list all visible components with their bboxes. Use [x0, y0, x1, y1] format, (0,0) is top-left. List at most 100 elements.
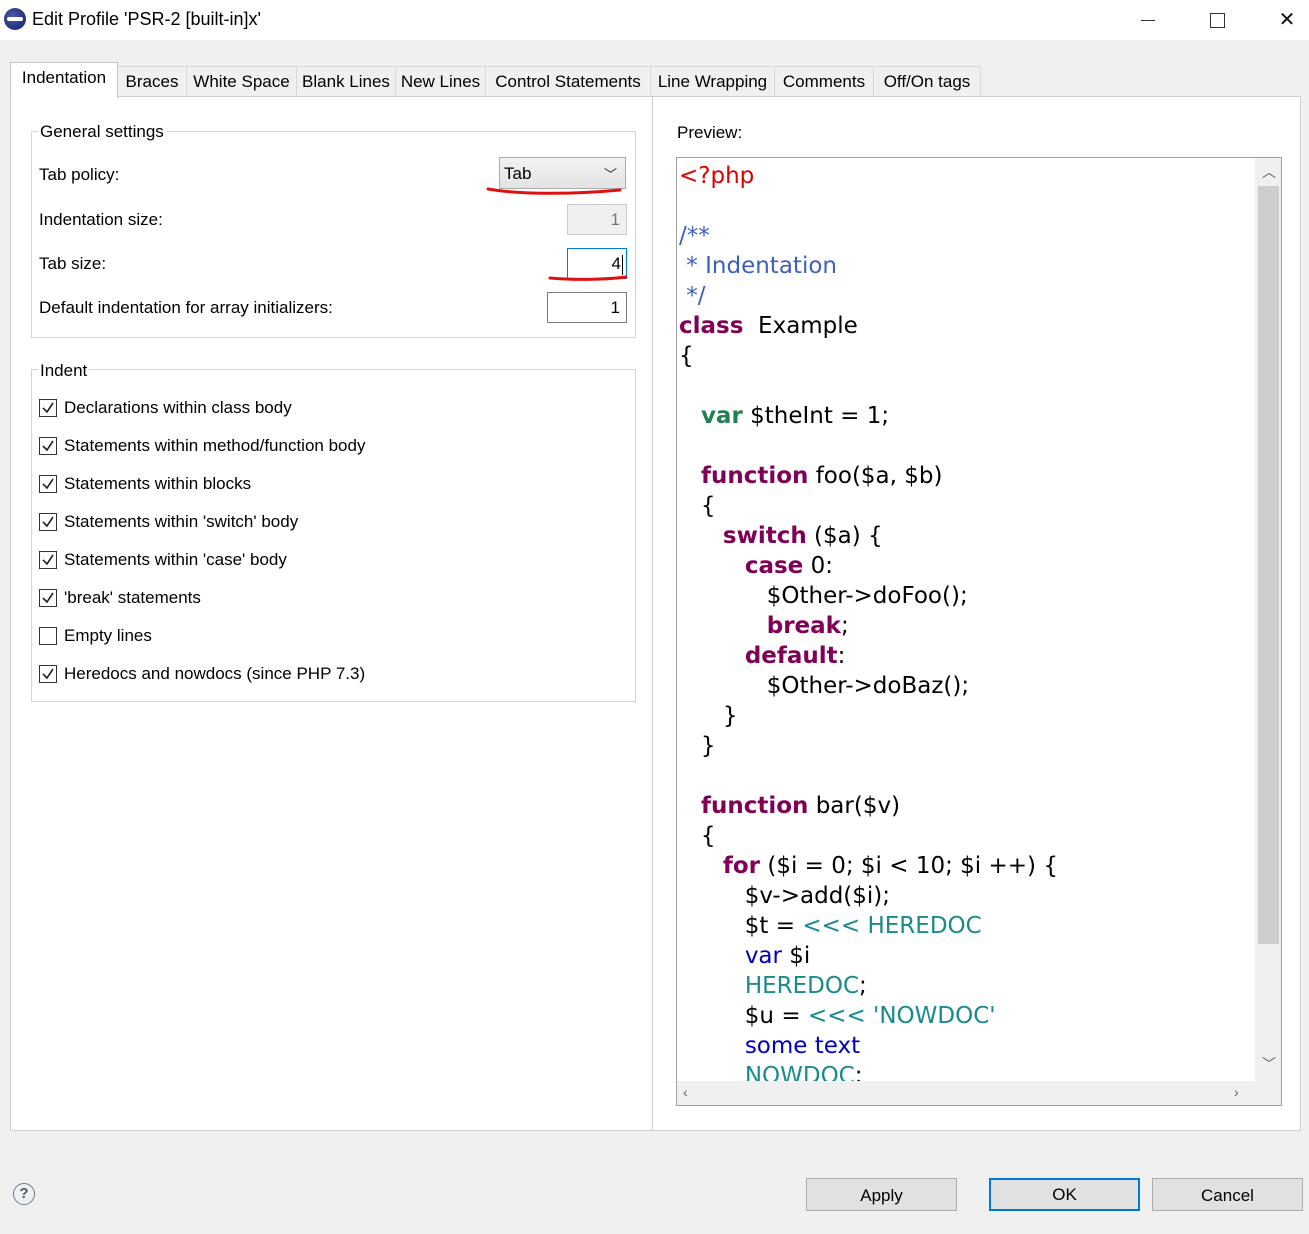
- code-line: HEREDOC;: [679, 971, 867, 1001]
- code-token: function: [700, 463, 809, 489]
- code-line: var $theInt = 1;: [679, 401, 889, 431]
- ok-button[interactable]: OK: [989, 1178, 1140, 1211]
- indentation-size-label: Indentation size:: [39, 210, 163, 229]
- code-token: $Other->doFoo();: [679, 583, 968, 609]
- checkbox[interactable]: [39, 475, 57, 493]
- code-token: :: [837, 643, 846, 669]
- code-token: ($a) {: [806, 523, 883, 549]
- code-token: $u =: [679, 1003, 808, 1029]
- checkbox[interactable]: [39, 589, 57, 607]
- checkbox[interactable]: [39, 551, 57, 569]
- code-token: {: [679, 493, 716, 519]
- tab-blank-lines[interactable]: Blank Lines: [296, 66, 396, 97]
- code-line: var $i: [679, 941, 811, 971]
- maximize-button[interactable]: [1194, 6, 1240, 34]
- tab-off-on-tags[interactable]: Off/On tags: [873, 66, 981, 97]
- tab-new-lines[interactable]: New Lines: [395, 66, 486, 97]
- code-line: function bar($v): [679, 791, 900, 821]
- array-initializer-label: Default indentation for array initialize…: [39, 298, 333, 317]
- code-token: {: [679, 823, 716, 849]
- code-preview[interactable]: <?php/** * Indentation */class Example{ …: [676, 157, 1282, 1106]
- code-token: * Indentation: [679, 253, 837, 279]
- code-token: for: [722, 853, 761, 879]
- checkbox[interactable]: [39, 437, 57, 455]
- code-line: }: [679, 701, 738, 731]
- code-token: function: [700, 793, 809, 819]
- code-line: function foo($a, $b): [679, 461, 943, 491]
- code-token: */: [679, 283, 706, 309]
- horizontal-scrollbar[interactable]: ‹ ›: [677, 1081, 1255, 1105]
- indent-group: [31, 369, 636, 702]
- code-token: some text: [744, 1033, 861, 1059]
- code-token: }: [679, 733, 716, 759]
- code-token: var: [744, 943, 782, 969]
- indent-group-title: Indent: [38, 361, 90, 381]
- scroll-up-icon[interactable]: ︿: [1262, 162, 1276, 182]
- cancel-button[interactable]: Cancel: [1152, 1178, 1303, 1211]
- array-initializer-field[interactable]: 1: [547, 292, 627, 323]
- scroll-left-icon[interactable]: ‹: [683, 1084, 688, 1100]
- code-token: class: [679, 313, 744, 339]
- code-line: */: [679, 281, 706, 311]
- help-icon[interactable]: ?: [13, 1183, 35, 1205]
- panel-divider[interactable]: [652, 96, 653, 1131]
- tab-braces[interactable]: Braces: [117, 66, 187, 97]
- checkbox[interactable]: [39, 399, 57, 417]
- code-token: case: [744, 553, 804, 579]
- tab-control-statements[interactable]: Control Statements: [485, 66, 651, 97]
- checkbox[interactable]: [39, 665, 57, 683]
- tab-white-space[interactable]: White Space: [186, 66, 297, 97]
- code-token: $t =: [679, 913, 803, 939]
- checkbox[interactable]: [39, 513, 57, 531]
- code-token: NOWDOC: [744, 1063, 855, 1081]
- checkmark-icon: [42, 516, 54, 528]
- code-line: {: [679, 491, 716, 521]
- checkmark-icon: [42, 554, 54, 566]
- code-line: <?php: [679, 161, 754, 191]
- checkmark-icon: [42, 478, 54, 490]
- checkbox-label: Statements within method/function body: [64, 436, 366, 455]
- tab-comments[interactable]: Comments: [774, 66, 874, 97]
- tab-policy-label: Tab policy:: [39, 165, 120, 184]
- code-token: break: [766, 613, 841, 639]
- vertical-scrollbar[interactable]: ︿ ﹀: [1255, 158, 1281, 1081]
- code-token: }: [679, 703, 738, 729]
- tab-line-wrapping[interactable]: Line Wrapping: [650, 66, 775, 97]
- tab-indentation[interactable]: Indentation: [10, 62, 118, 98]
- checkmark-icon: [42, 592, 54, 604]
- code-token: bar($v): [808, 793, 901, 819]
- code-line: NOWDOC;: [679, 1061, 863, 1081]
- checkbox-label: Statements within blocks: [64, 474, 252, 493]
- checkbox[interactable]: [39, 627, 57, 645]
- code-line: case 0:: [679, 551, 833, 581]
- code-line: default:: [679, 641, 846, 671]
- code-token: $v->add($i);: [679, 883, 891, 909]
- code-token: Example: [743, 313, 858, 339]
- checkmark-icon: [42, 668, 54, 680]
- window-title: Edit Profile 'PSR-2 [built-in]x': [32, 9, 261, 29]
- code-line: $t = <<< HEREDOC: [679, 911, 982, 941]
- close-button[interactable]: ✕: [1264, 6, 1309, 34]
- red-underline-annotation-2: [548, 275, 628, 281]
- apply-button[interactable]: Apply: [806, 1178, 957, 1211]
- minimize-button[interactable]: [1125, 6, 1171, 34]
- indentation-size-field: 1: [567, 204, 627, 235]
- close-icon: ✕: [1278, 9, 1296, 31]
- code-token: ($i = 0; $i < 10; $i ++) {: [760, 853, 1058, 879]
- code-preview-text: <?php/** * Indentation */class Example{ …: [679, 161, 1253, 1081]
- scroll-down-icon[interactable]: ﹀: [1262, 1054, 1276, 1074]
- code-line: some text: [679, 1031, 860, 1061]
- scroll-right-icon[interactable]: ›: [1234, 1084, 1239, 1100]
- maximize-icon: [1209, 13, 1225, 29]
- code-line: {: [679, 341, 694, 371]
- vertical-scroll-thumb[interactable]: [1258, 186, 1279, 944]
- code-token: <<< HEREDOC: [802, 913, 982, 939]
- code-line: }: [679, 731, 716, 761]
